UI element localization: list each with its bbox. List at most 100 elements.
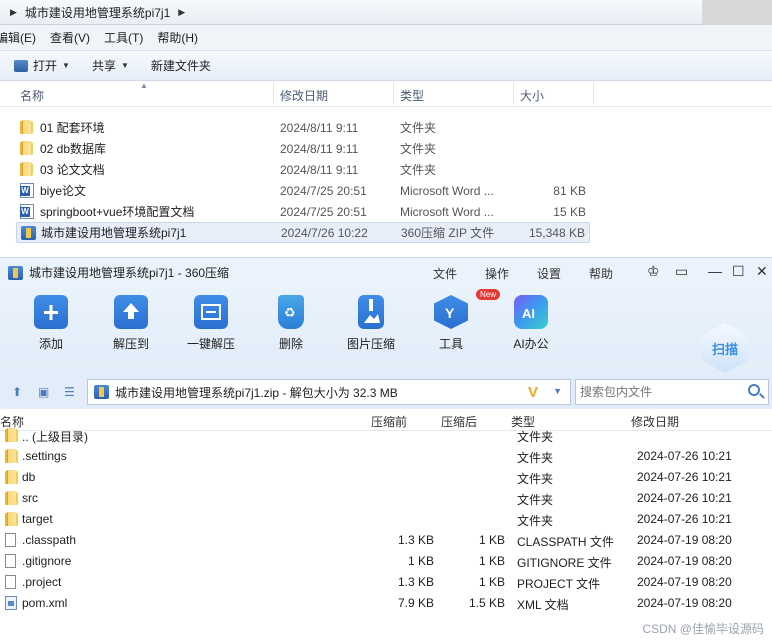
file-row[interactable]: springboot+vue环境配置文档 2024/7/25 20:51 Mic… [16, 201, 590, 222]
list-view-icon[interactable]: ☰ [64, 385, 75, 399]
menu-operate[interactable]: 操作 [485, 265, 509, 282]
menu-edit[interactable]: 编辑(E) [0, 29, 44, 46]
file-name: 03 论文文档 [40, 163, 105, 177]
breadcrumb[interactable]: 城市建设用地管理系统pi7j1 [25, 4, 170, 21]
archive-row[interactable]: .gitignore 1 KB 1 KB GITIGNORE 文件 2024-0… [0, 551, 772, 572]
tools-button[interactable]: Y New 工具 [416, 289, 500, 352]
address-bar[interactable]: ▶ 城市建设用地管理系统pi7j1 ▶ [0, 0, 772, 25]
chevron-right-icon[interactable]: ▶ [178, 7, 185, 18]
column-divider[interactable] [513, 83, 514, 105]
column-date[interactable]: 修改日期 [280, 87, 328, 104]
one-click-extract-button[interactable]: 一键解压 [176, 295, 246, 352]
share-button[interactable]: 共享 ▼ [92, 57, 139, 74]
entry-type: 文件夹 [517, 514, 554, 528]
chevron-right-icon[interactable]: ▶ [10, 7, 17, 18]
menu-help[interactable]: 帮助 [589, 265, 613, 282]
entry-uncompressed-size: 1 KB [478, 554, 505, 568]
archive-row[interactable]: db 文件夹 2024-07-26 10:21 [0, 467, 772, 488]
menu-bar: 编辑(E) 查看(V) 工具(T) 帮助(H) [0, 25, 772, 51]
file-row-selected[interactable]: 城市建设用地管理系统pi7j1 2024/7/26 10:22 360压缩 ZI… [16, 222, 590, 243]
chevron-down-icon: ▼ [62, 61, 70, 70]
add-button[interactable]: 添加 [16, 295, 86, 352]
archive-row[interactable]: .. (上级目录) 文件夹 [0, 425, 772, 446]
archive-row[interactable]: pom.xml 7.9 KB 1.5 KB XML 文档 2024-07-19 … [0, 593, 772, 614]
blurred-region [702, 0, 772, 25]
entry-name: .gitignore [22, 554, 72, 568]
path-field[interactable]: 城市建设用地管理系统pi7j1.zip - 解包大小为 32.3 MB V ▼ [87, 379, 571, 405]
entry-type: GITIGNORE 文件 [517, 556, 612, 570]
xml-file-icon [5, 596, 17, 613]
menu-tools[interactable]: 工具(T) [104, 29, 151, 46]
file-row[interactable]: 01 配套环境 2024/8/11 9:11 文件夹 [16, 117, 590, 138]
archive-row[interactable]: .settings 文件夹 2024-07-26 10:21 [0, 446, 772, 467]
menu-file[interactable]: 文件 [433, 265, 457, 282]
search-input[interactable] [580, 385, 740, 399]
archive-row[interactable]: src 文件夹 2024-07-26 10:21 [0, 488, 772, 509]
v-logo-icon[interactable]: V [528, 384, 538, 401]
skin-icon[interactable]: ♔ [647, 263, 660, 280]
delete-button[interactable]: ♻ 删除 [256, 295, 326, 352]
entry-name: .. (上级目录) [22, 430, 88, 444]
zip-title-bar[interactable]: 城市建设用地管理系统pi7j1 - 360压缩 文件 操作 设置 帮助 ♔ ▭ … [0, 258, 772, 287]
file-name: biye论文 [40, 184, 87, 198]
menu-settings[interactable]: 设置 [537, 265, 561, 282]
entry-name: target [22, 512, 53, 526]
column-type[interactable]: 类型 [400, 87, 424, 104]
entry-date: 2024-07-19 08:20 [637, 554, 732, 568]
share-label: 共享 [91, 59, 116, 73]
column-size[interactable]: 大小 [520, 87, 544, 104]
image-compress-button[interactable]: 图片压缩 [336, 295, 406, 352]
file-name: springboot+vue环境配置文档 [40, 205, 195, 219]
column-divider[interactable] [593, 83, 594, 105]
file-type: 360压缩 ZIP 文件 [401, 226, 495, 240]
watermark: CSDN @佳愉毕设源码 [642, 622, 764, 636]
scan-button[interactable]: 扫描 [702, 323, 750, 373]
zip-ribbon: 添加 解压到 一键解压 ♻ 删除 图片压缩 Y New 工具 AI AI办公 扫… [0, 287, 772, 375]
column-divider[interactable] [393, 83, 394, 105]
open-button[interactable]: 打开 ▼ [14, 57, 80, 74]
file-row[interactable]: 02 db数据库 2024/8/11 9:11 文件夹 [16, 138, 590, 159]
word-doc-icon [20, 183, 34, 201]
entry-type: 文件夹 [517, 472, 554, 486]
extract-to-button[interactable]: 解压到 [96, 295, 166, 352]
minimize-icon[interactable]: — [708, 263, 722, 279]
up-arrow-icon[interactable]: ⬆ [12, 385, 22, 399]
archive-row[interactable]: target 文件夹 2024-07-26 10:21 [0, 509, 772, 530]
entry-type: 文件夹 [517, 451, 554, 465]
file-row[interactable]: 03 论文文档 2024/8/11 9:11 文件夹 [16, 159, 590, 180]
ai-office-label: AI办公 [513, 337, 549, 351]
sort-up-icon: ▲ [140, 81, 148, 90]
entry-type: CLASSPATH 文件 [517, 535, 614, 549]
file-date: 2024/8/11 9:11 [280, 120, 359, 135]
maximize-icon[interactable]: ☐ [732, 263, 745, 280]
folder-icon [5, 491, 18, 508]
menu-help[interactable]: 帮助(H) [157, 29, 206, 46]
close-icon[interactable]: ✕ [756, 263, 768, 280]
ai-office-button[interactable]: AI AI办公 [496, 295, 566, 352]
entry-date: 2024-07-26 10:21 [637, 512, 732, 526]
column-divider[interactable] [273, 83, 274, 105]
entry-compressed-size: 1 KB [407, 554, 434, 568]
search-icon[interactable] [748, 384, 760, 396]
column-name[interactable]: 名称 [20, 87, 44, 104]
file-icon [5, 554, 16, 571]
search-field[interactable] [575, 379, 769, 405]
folder-icon [20, 120, 33, 137]
feedback-icon[interactable]: ▭ [675, 263, 688, 280]
menu-view[interactable]: 查看(V) [50, 29, 98, 46]
word-doc-icon [20, 204, 34, 222]
one-click-extract-label: 一键解压 [186, 337, 235, 351]
explorer-toolbar: 打开 ▼ 共享 ▼ 新建文件夹 [0, 51, 772, 81]
file-name: 02 db数据库 [40, 142, 107, 156]
svg-text:AI: AI [522, 306, 535, 321]
chevron-down-icon[interactable]: ▼ [553, 386, 562, 396]
archive-row[interactable]: .project 1.3 KB 1 KB PROJECT 文件 2024-07-… [0, 572, 772, 593]
archive-row[interactable]: .classpath 1.3 KB 1 KB CLASSPATH 文件 2024… [0, 530, 772, 551]
folder-icon [5, 428, 18, 445]
folder-icon [20, 141, 33, 158]
thumbnail-view-icon[interactable]: ▣ [38, 385, 49, 399]
new-folder-button[interactable]: 新建文件夹 [151, 57, 221, 74]
file-date: 2024/8/11 9:11 [280, 162, 359, 177]
image-compress-icon [358, 295, 384, 329]
file-row[interactable]: biye论文 2024/7/25 20:51 Microsoft Word ..… [16, 180, 590, 201]
